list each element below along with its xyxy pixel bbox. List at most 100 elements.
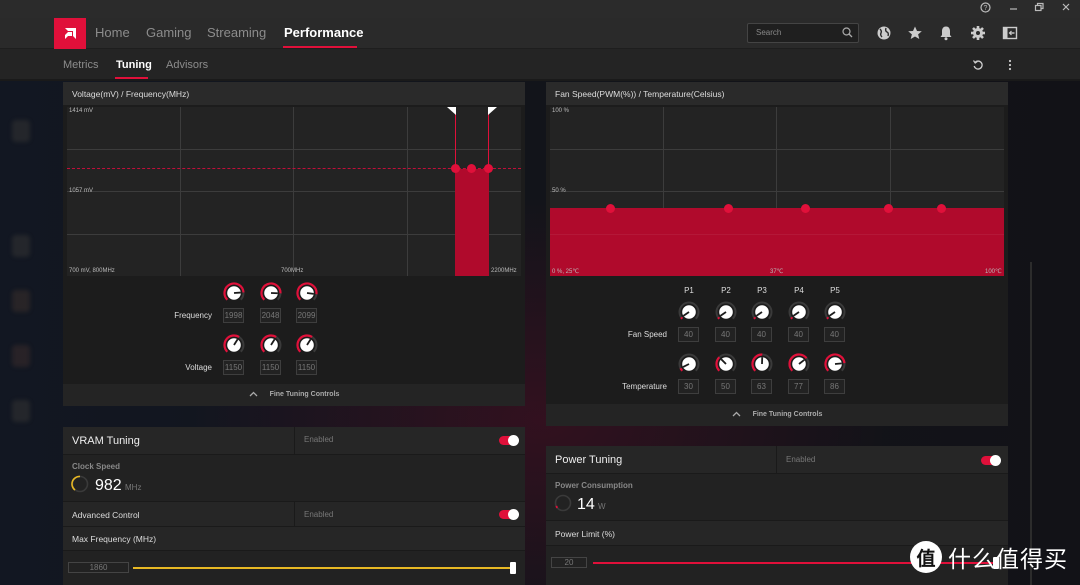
vf-point-3[interactable] — [484, 164, 493, 173]
restore-button[interactable] — [1031, 2, 1047, 16]
blurred-desktop-icon — [12, 290, 30, 312]
nav-gaming[interactable]: Gaming — [146, 25, 192, 40]
vf-point-2[interactable] — [467, 164, 476, 173]
fan-speed-input-2[interactable]: 40 — [715, 327, 736, 342]
gpu-tuning-panel: Voltage(mV) / Frequency(MHz) 1414 mV 105… — [63, 82, 525, 406]
point-label-p5: P5 — [830, 286, 840, 295]
frequency-input-2[interactable]: 2048 — [260, 308, 281, 323]
amd-logo-icon — [65, 27, 76, 39]
temperature-knob-1[interactable] — [678, 353, 700, 375]
layout-icon[interactable] — [1002, 25, 1018, 41]
nav-home[interactable]: Home — [95, 25, 130, 40]
advanced-control-status: Enabled — [304, 510, 334, 519]
power-consumption-row: Power Consumption 14 W — [546, 474, 1008, 521]
vram-tuning-panel: VRAM Tuning Enabled Clock Speed 982 MHz … — [63, 427, 525, 585]
search-icon — [842, 27, 853, 38]
globe-icon[interactable] — [876, 25, 892, 41]
voltage-knob-1[interactable] — [223, 334, 245, 356]
voltage-knob-3[interactable] — [296, 334, 318, 356]
fan-curve-point-4[interactable] — [884, 204, 893, 213]
temperature-input-1[interactable]: 30 — [678, 379, 699, 394]
power-limit-input[interactable]: 20 — [551, 557, 587, 568]
temperature-input-5[interactable]: 86 — [824, 379, 845, 394]
fan-speed-knob-1[interactable] — [678, 301, 700, 323]
advanced-control-row: Advanced Control Enabled — [63, 502, 525, 527]
minimize-button[interactable] — [1005, 2, 1021, 16]
fan-speed-input-3[interactable]: 40 — [751, 327, 772, 342]
close-button[interactable] — [1058, 2, 1074, 16]
fine-tuning-toggle[interactable]: Fine Tuning Controls — [546, 404, 1008, 426]
point-label-p1: P1 — [684, 286, 694, 295]
x-axis-mid-label: 37℃ — [770, 269, 784, 275]
fan-curve-point-5[interactable] — [937, 204, 946, 213]
nav-streaming[interactable]: Streaming — [207, 25, 266, 40]
fan-speed-knob-5[interactable] — [824, 301, 846, 323]
chevron-up-icon — [732, 411, 741, 417]
blurred-desktop-icon — [12, 345, 30, 367]
voltage-frequency-chart[interactable]: 1414 mV 1057 mV 700 mV, 800MHz 700MHz 22… — [67, 107, 521, 276]
page-scrollbar[interactable] — [1030, 262, 1032, 585]
tab-advisors[interactable]: Advisors — [166, 59, 208, 71]
temperature-label: Temperature — [622, 382, 667, 391]
voltage-input-1[interactable]: 1150 — [223, 360, 244, 375]
fan-curve-point-3[interactable] — [801, 204, 810, 213]
max-frequency-slider-row: 1860 — [63, 551, 525, 585]
help-icon: ? — [979, 2, 991, 13]
vram-toggle[interactable] — [499, 435, 519, 446]
fan-curve-point-2[interactable] — [724, 204, 733, 213]
max-frequency-slider-track[interactable] — [133, 567, 512, 569]
temperature-input-4[interactable]: 77 — [788, 379, 809, 394]
reset-icon[interactable] — [972, 59, 984, 71]
advanced-control-toggle[interactable] — [499, 509, 519, 520]
x-axis-max-label: 100℃ — [985, 269, 1002, 275]
fan-speed-knob-3[interactable] — [751, 301, 773, 323]
vf-point-1[interactable] — [451, 164, 460, 173]
fan-speed-input-4[interactable]: 40 — [788, 327, 809, 342]
point-label-p2: P2 — [721, 286, 731, 295]
power-status: Enabled — [786, 455, 816, 464]
star-icon[interactable] — [907, 25, 923, 41]
max-frequency-slider-thumb[interactable] — [510, 562, 516, 574]
fan-speed-input-5[interactable]: 40 — [824, 327, 845, 342]
max-frequency-input[interactable]: 1860 — [68, 562, 129, 573]
fan-curve-point-1[interactable] — [606, 204, 615, 213]
y-axis-max-label: 100 % — [552, 108, 570, 114]
amd-logo[interactable] — [54, 18, 86, 49]
nav-performance[interactable]: Performance — [284, 25, 363, 40]
temperature-knob-3[interactable] — [751, 353, 773, 375]
blurred-desktop-icon — [12, 235, 30, 257]
fan-speed-knob-4[interactable] — [788, 301, 810, 323]
fine-tuning-toggle[interactable]: Fine Tuning Controls — [63, 384, 525, 406]
tab-metrics[interactable]: Metrics — [63, 59, 98, 71]
temperature-input-3[interactable]: 63 — [751, 379, 772, 394]
help-button[interactable]: ? — [977, 2, 993, 16]
clock-speed-value: 982 — [95, 477, 122, 494]
temperature-knob-4[interactable] — [788, 353, 810, 375]
fan-speed-knob-2[interactable] — [715, 301, 737, 323]
temperature-knob-5[interactable] — [824, 353, 846, 375]
temperature-knob-2[interactable] — [715, 353, 737, 375]
tab-tuning[interactable]: Tuning — [116, 59, 152, 71]
gear-icon[interactable] — [970, 25, 986, 41]
point-label-p4: P4 — [794, 286, 804, 295]
fan-temperature-chart[interactable]: 100 % 50 % 0 %, 25℃ 37℃ 100℃ — [550, 107, 1004, 276]
search-input[interactable]: Search — [747, 23, 859, 43]
grid-line — [550, 149, 1004, 150]
voltage-knob-2[interactable] — [260, 334, 282, 356]
frequency-knob-1[interactable] — [223, 282, 245, 304]
frequency-knob-2[interactable] — [260, 282, 282, 304]
voltage-input-3[interactable]: 1150 — [296, 360, 317, 375]
temperature-input-2[interactable]: 50 — [715, 379, 736, 394]
power-toggle[interactable] — [981, 455, 1001, 466]
min-frequency-handle[interactable] — [447, 107, 456, 115]
frequency-input-1[interactable]: 1998 — [223, 308, 244, 323]
frequency-knob-3[interactable] — [296, 282, 318, 304]
voltage-input-2[interactable]: 1150 — [260, 360, 281, 375]
frequency-input-3[interactable]: 2099 — [296, 308, 317, 323]
axis-origin-label: 700 mV, 800MHz — [69, 268, 115, 274]
grid-line — [67, 191, 521, 192]
bell-icon[interactable] — [938, 25, 954, 41]
fan-speed-input-1[interactable]: 40 — [678, 327, 699, 342]
max-frequency-handle[interactable] — [488, 107, 497, 115]
more-icon[interactable] — [1006, 59, 1014, 71]
